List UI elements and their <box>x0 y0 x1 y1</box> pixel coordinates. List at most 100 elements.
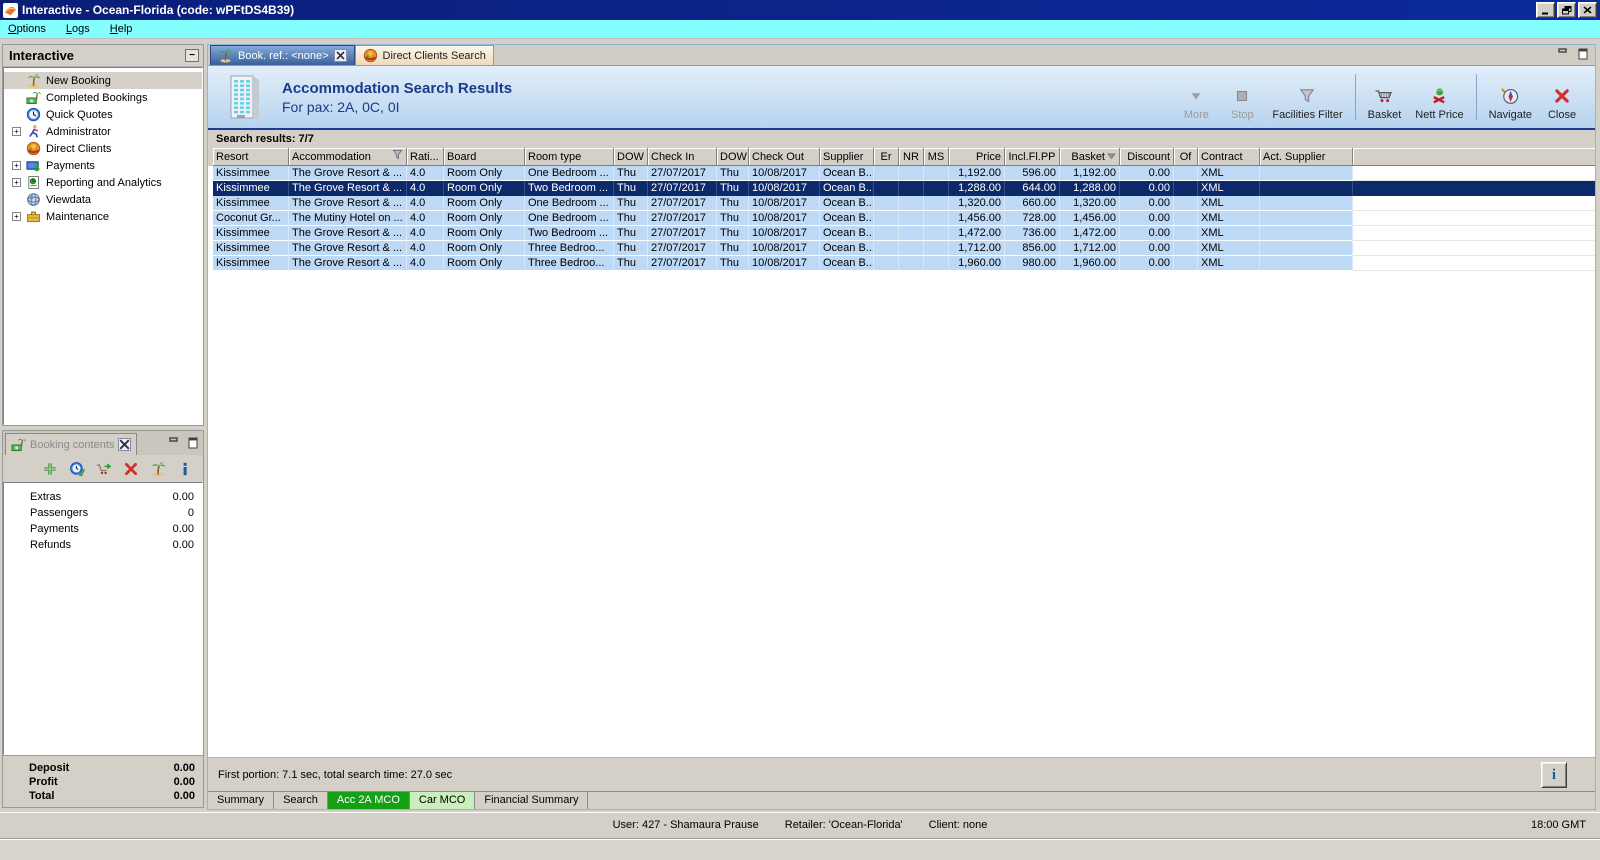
info-icon[interactable] <box>177 461 193 477</box>
booking-row-label: Payments <box>30 523 79 535</box>
main-minimize-icon[interactable] <box>1556 48 1569 60</box>
table-row[interactable]: Kissimmee The Grove Resort & ... 4.0 Room O… <box>213 166 1595 181</box>
expand-plus-icon[interactable]: + <box>12 161 26 170</box>
cell-contract: XML <box>1198 196 1260 211</box>
column-header-supplier[interactable]: Supplier <box>820 148 874 166</box>
cell-basket: 1,456.00 <box>1060 211 1120 226</box>
results-toolbar: More Stop Facilities Filter Basket Nett Pric… <box>1173 71 1595 123</box>
column-header-check-in[interactable]: Check In <box>648 148 717 166</box>
cell-check-in: 27/07/2017 <box>648 211 717 226</box>
column-header-dow[interactable]: DOW <box>614 148 648 166</box>
delete-item-icon[interactable] <box>123 461 139 477</box>
add-item-icon[interactable] <box>42 461 58 477</box>
stop-button: Stop <box>1219 71 1265 123</box>
cell-check-in: 27/07/2017 <box>648 226 717 241</box>
booking-row-payments[interactable]: Payments 0.00 <box>4 521 202 537</box>
column-header-dow[interactable]: DOW <box>717 148 749 166</box>
booking-contents-tab[interactable]: Booking contents <box>5 433 138 455</box>
nett-price-icon <box>1428 86 1450 106</box>
table-row[interactable]: Kissimmee The Grove Resort & ... 4.0 Room O… <box>213 181 1595 196</box>
column-header-board[interactable]: Board <box>444 148 525 166</box>
menu-bar: Options Logs Help <box>0 20 1600 39</box>
bottom-tab-summary[interactable]: Summary <box>208 792 275 809</box>
table-row[interactable]: Coconut Gr... The Mutiny Hotel on ... 4.0 R… <box>213 211 1595 226</box>
column-header-ms[interactable]: MS <box>924 148 949 166</box>
cell-er <box>874 196 899 211</box>
table-row[interactable]: Kissimmee The Grove Resort & ... 4.0 Room O… <box>213 196 1595 211</box>
column-header-accommodation[interactable]: Accommodation <box>289 148 407 166</box>
expand-plus-icon[interactable]: + <box>12 127 26 136</box>
booking-row-passengers[interactable]: Passengers 0 <box>4 505 202 521</box>
expand-plus-icon[interactable]: + <box>12 178 26 187</box>
booking-total-value: 0.00 <box>173 762 195 774</box>
row-filler <box>1353 181 1595 196</box>
menu-item-logs[interactable]: Logs <box>66 23 90 35</box>
facilities-filter-button[interactable]: Facilities Filter <box>1265 71 1349 123</box>
cell-incl-fl-pp: 856.00 <box>1005 241 1060 256</box>
booking-row-refunds[interactable]: Refunds 0.00 <box>4 537 202 553</box>
table-row[interactable]: Kissimmee The Grove Resort & ... 4.0 Room O… <box>213 226 1595 241</box>
booking-row-extras[interactable]: Extras 0.00 <box>4 489 202 505</box>
panel-minimize-icon[interactable] <box>167 437 180 449</box>
menu-item-options[interactable]: Options <box>8 23 46 35</box>
info-button[interactable]: i <box>1541 762 1567 788</box>
column-header-resort[interactable]: Resort <box>213 148 289 166</box>
bottom-tab-financial-summary[interactable]: Financial Summary <box>475 792 589 809</box>
interactive-panel: Interactive − New Booking Completed Booki… <box>2 44 204 426</box>
sidebar-item-quick-quotes[interactable]: Quick Quotes <box>4 106 202 123</box>
palm-tree-icon[interactable] <box>150 461 166 477</box>
basket-button[interactable]: Basket <box>1361 71 1409 123</box>
sidebar-item-payments[interactable]: + $ Payments <box>4 157 202 174</box>
close-window-button[interactable] <box>1578 2 1597 18</box>
column-header-of[interactable]: Of <box>1174 148 1198 166</box>
cell-price: 1,960.00 <box>949 256 1005 271</box>
column-header-basket[interactable]: Basket <box>1060 148 1120 166</box>
minimize-button[interactable] <box>1536 2 1555 18</box>
main-maximize-icon[interactable] <box>1576 48 1589 60</box>
cell-check-out: 10/08/2017 <box>749 166 820 181</box>
column-header-rati[interactable]: Rati... <box>407 148 444 166</box>
sidebar-item-maintenance[interactable]: + Maintenance <box>4 208 202 225</box>
column-header-incl-fl-pp[interactable]: Incl.Fl.PP <box>1005 148 1060 166</box>
column-header-nr[interactable]: NR <box>899 148 924 166</box>
expand-plus-icon[interactable]: + <box>12 212 26 221</box>
restore-button[interactable] <box>1557 2 1576 18</box>
navigate-button[interactable]: Navigate <box>1482 71 1539 123</box>
cell-accommodation: The Grove Resort & ... <box>289 196 407 211</box>
sidebar-item-viewdata[interactable]: Viewdata <box>4 191 202 208</box>
column-header-price[interactable]: Price <box>949 148 1005 166</box>
status-clock: 18:00 GMT <box>1530 818 1586 831</box>
refresh-icon[interactable] <box>69 461 85 477</box>
sidebar-item-completed-bookings[interactable]: Completed Bookings <box>4 89 202 106</box>
sidebar-item-reporting-and-analytics[interactable]: + Reporting and Analytics <box>4 174 202 191</box>
bottom-tab-car-mco[interactable]: Car MCO <box>409 792 476 809</box>
table-row[interactable]: Kissimmee The Grove Resort & ... 4.0 Room O… <box>213 256 1595 271</box>
nett-price-button[interactable]: Nett Price <box>1408 71 1470 123</box>
tab-book-ref-none[interactable]: Book. ref.: <none> <box>210 45 355 65</box>
panel-maximize-icon[interactable] <box>186 437 199 449</box>
cell-accommodation: The Grove Resort & ... <box>289 226 407 241</box>
column-header-contract[interactable]: Contract <box>1198 148 1260 166</box>
cell-contract: XML <box>1198 166 1260 181</box>
cell-act-supplier <box>1260 226 1353 241</box>
menu-item-help[interactable]: Help <box>110 23 133 35</box>
close-booking-contents-icon[interactable] <box>118 438 132 451</box>
sidebar-item-direct-clients[interactable]: Direct Clients <box>4 140 202 157</box>
column-header-check-out[interactable]: Check Out <box>749 148 820 166</box>
close-button[interactable]: Close <box>1539 71 1585 123</box>
close-tab-icon[interactable] <box>333 49 347 62</box>
sidebar-item-administrator[interactable]: + Administrator <box>4 123 202 140</box>
tab-direct-clients-search[interactable]: Direct Clients Search <box>354 45 494 65</box>
column-header-er[interactable]: Er <box>874 148 899 166</box>
column-header-discount[interactable]: Discount <box>1120 148 1174 166</box>
bottom-tab-acc-2a-mco[interactable]: Acc 2A MCO <box>327 792 410 809</box>
bottom-tab-search[interactable]: Search <box>274 792 328 809</box>
collapse-panel-button[interactable]: − <box>185 49 199 62</box>
toolbar-button-label: More <box>1183 109 1209 121</box>
column-header-room-type[interactable]: Room type <box>525 148 614 166</box>
filter-funnel-icon[interactable] <box>392 149 403 165</box>
cart-transfer-icon[interactable] <box>96 461 112 477</box>
column-header-act-supplier[interactable]: Act. Supplier <box>1260 148 1353 166</box>
table-row[interactable]: Kissimmee The Grove Resort & ... 4.0 Room O… <box>213 241 1595 256</box>
sidebar-item-new-booking[interactable]: New Booking <box>4 72 202 89</box>
